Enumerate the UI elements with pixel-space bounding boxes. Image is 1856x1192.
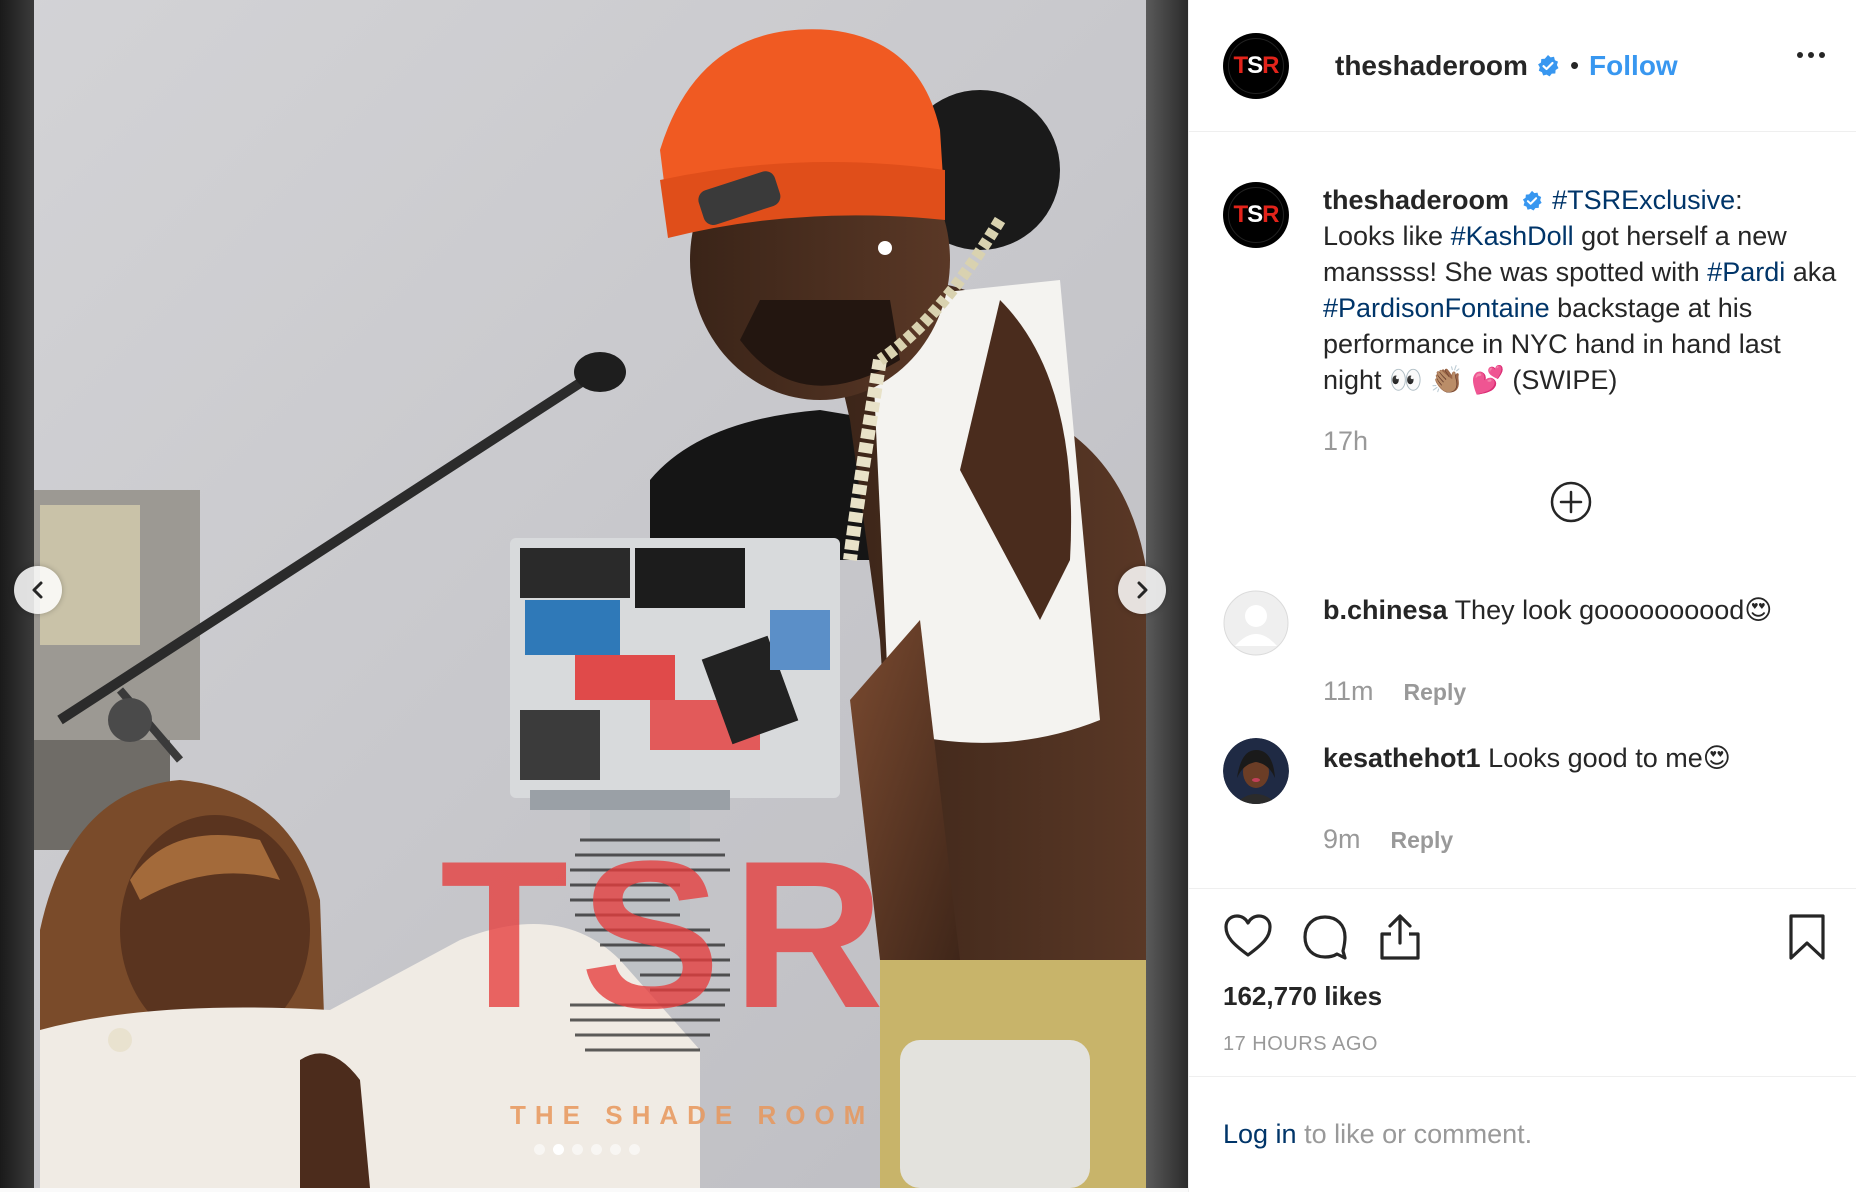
caption-text-2: Looks like [1323,221,1451,251]
carousel-dot [629,1144,640,1155]
post-details-panel: TSR theshaderoom • Follow TSR theshadero… [1188,0,1856,1192]
save-bookmark-icon[interactable] [1787,913,1827,961]
comment-row: kesathehot1 Looks good to me😍 [1223,738,1843,804]
comment-username[interactable]: b.chinesa [1323,595,1448,625]
post-timestamp[interactable]: 17 HOURS AGO [1223,1033,1378,1056]
caption-username[interactable]: theshaderoom [1323,185,1509,215]
comment-meta: 9m Reply [1323,824,1843,855]
account-username[interactable]: theshaderoom [1335,50,1528,82]
comment-avatar-placeholder[interactable] [1223,590,1289,656]
comment-item: b.chinesa They look goooooooood😍 11m Rep… [1223,590,1843,707]
hashtag-tsrexclusive[interactable]: #TSRExclusive [1552,185,1735,215]
post-header: TSR theshaderoom • Follow [1189,0,1856,132]
next-slide-button[interactable] [1118,566,1166,614]
caption-avatar[interactable]: TSR [1223,182,1289,248]
verified-badge-icon [1538,54,1559,76]
comment-timestamp[interactable]: 9m [1323,824,1361,855]
post-actions: 162,770 likes 17 HOURS AGO [1189,888,1856,1076]
header-meta: theshaderoom • Follow [1335,50,1678,82]
comment-bubble-icon[interactable] [1301,913,1349,961]
carousel-dot [572,1144,583,1155]
plus-circle-icon [1550,481,1592,523]
reply-button[interactable]: Reply [1404,679,1467,706]
previous-slide-button[interactable] [14,566,62,614]
comment-username[interactable]: kesathehot1 [1323,743,1481,773]
comment-text: Looks good to me😍 [1488,743,1731,773]
login-text: Log in to like or comment. [1223,1119,1532,1150]
watermark-letters: TSR [440,817,896,1052]
avatar-ring [1228,37,1284,94]
post-caption: TSR theshaderoom #TSRExclusive: Looks li… [1223,182,1843,523]
carousel-dot [534,1144,545,1155]
carousel-dot [591,1144,602,1155]
likes-count[interactable]: 162,770 likes [1223,981,1382,1012]
caption-timestamp[interactable]: 17h [1323,426,1843,457]
comment-text: They look goooooooood😍 [1454,595,1773,625]
watermark-caption: THE SHADE ROOM [510,1100,875,1130]
like-heart-icon[interactable] [1223,913,1273,959]
caption-text-4: aka [1785,257,1837,287]
account-avatar[interactable]: TSR [1223,32,1289,99]
caption-text-1: : [1735,185,1743,215]
chevron-right-icon [1137,581,1148,599]
comment-item: kesathehot1 Looks good to me😍 9m Reply [1223,738,1843,855]
carousel-dot [553,1144,564,1155]
caption-text: theshaderoom #TSRExclusive: Looks like #… [1323,182,1843,398]
comment-body: kesathehot1 Looks good to me😍 [1323,740,1731,776]
comment-timestamp[interactable]: 11m [1323,676,1374,707]
login-prompt: Log in to like or comment. [1189,1076,1856,1192]
login-link[interactable]: Log in [1223,1119,1297,1149]
login-suffix: to like or comment. [1296,1119,1533,1149]
hashtag-pardisonfontaine[interactable]: #PardisonFontaine [1323,293,1550,323]
caption-row: TSR theshaderoom #TSRExclusive: Looks li… [1223,182,1843,398]
chevron-left-icon [32,581,43,599]
caption-avatar-ring [1228,187,1284,243]
tsr-watermark: TSR THE SHADE ROOM [440,817,900,1131]
comment-row: b.chinesa They look goooooooood😍 [1223,590,1843,656]
comment-avatar[interactable] [1223,738,1289,804]
user-photo-avatar [1223,738,1289,804]
share-icon[interactable] [1377,913,1423,961]
caption-verified-badge-icon [1522,190,1542,211]
follow-button[interactable]: Follow [1589,50,1678,82]
header-separator: • [1569,50,1580,80]
load-more-comments-button[interactable] [1549,480,1593,529]
carousel-dots [534,1144,640,1155]
comment-body: b.chinesa They look goooooooood😍 [1323,592,1772,628]
action-icons [1223,913,1423,961]
more-options-icon[interactable] [1797,52,1825,58]
comment-meta: 11m Reply [1323,676,1843,707]
carousel-dot [610,1144,621,1155]
hashtag-kashdoll[interactable]: #KashDoll [1451,221,1574,251]
reply-button[interactable]: Reply [1391,827,1454,854]
post-media: TSR THE SHADE ROOM [0,0,1188,1188]
hashtag-pardi[interactable]: #Pardi [1707,257,1785,287]
default-avatar-icon [1223,590,1289,656]
